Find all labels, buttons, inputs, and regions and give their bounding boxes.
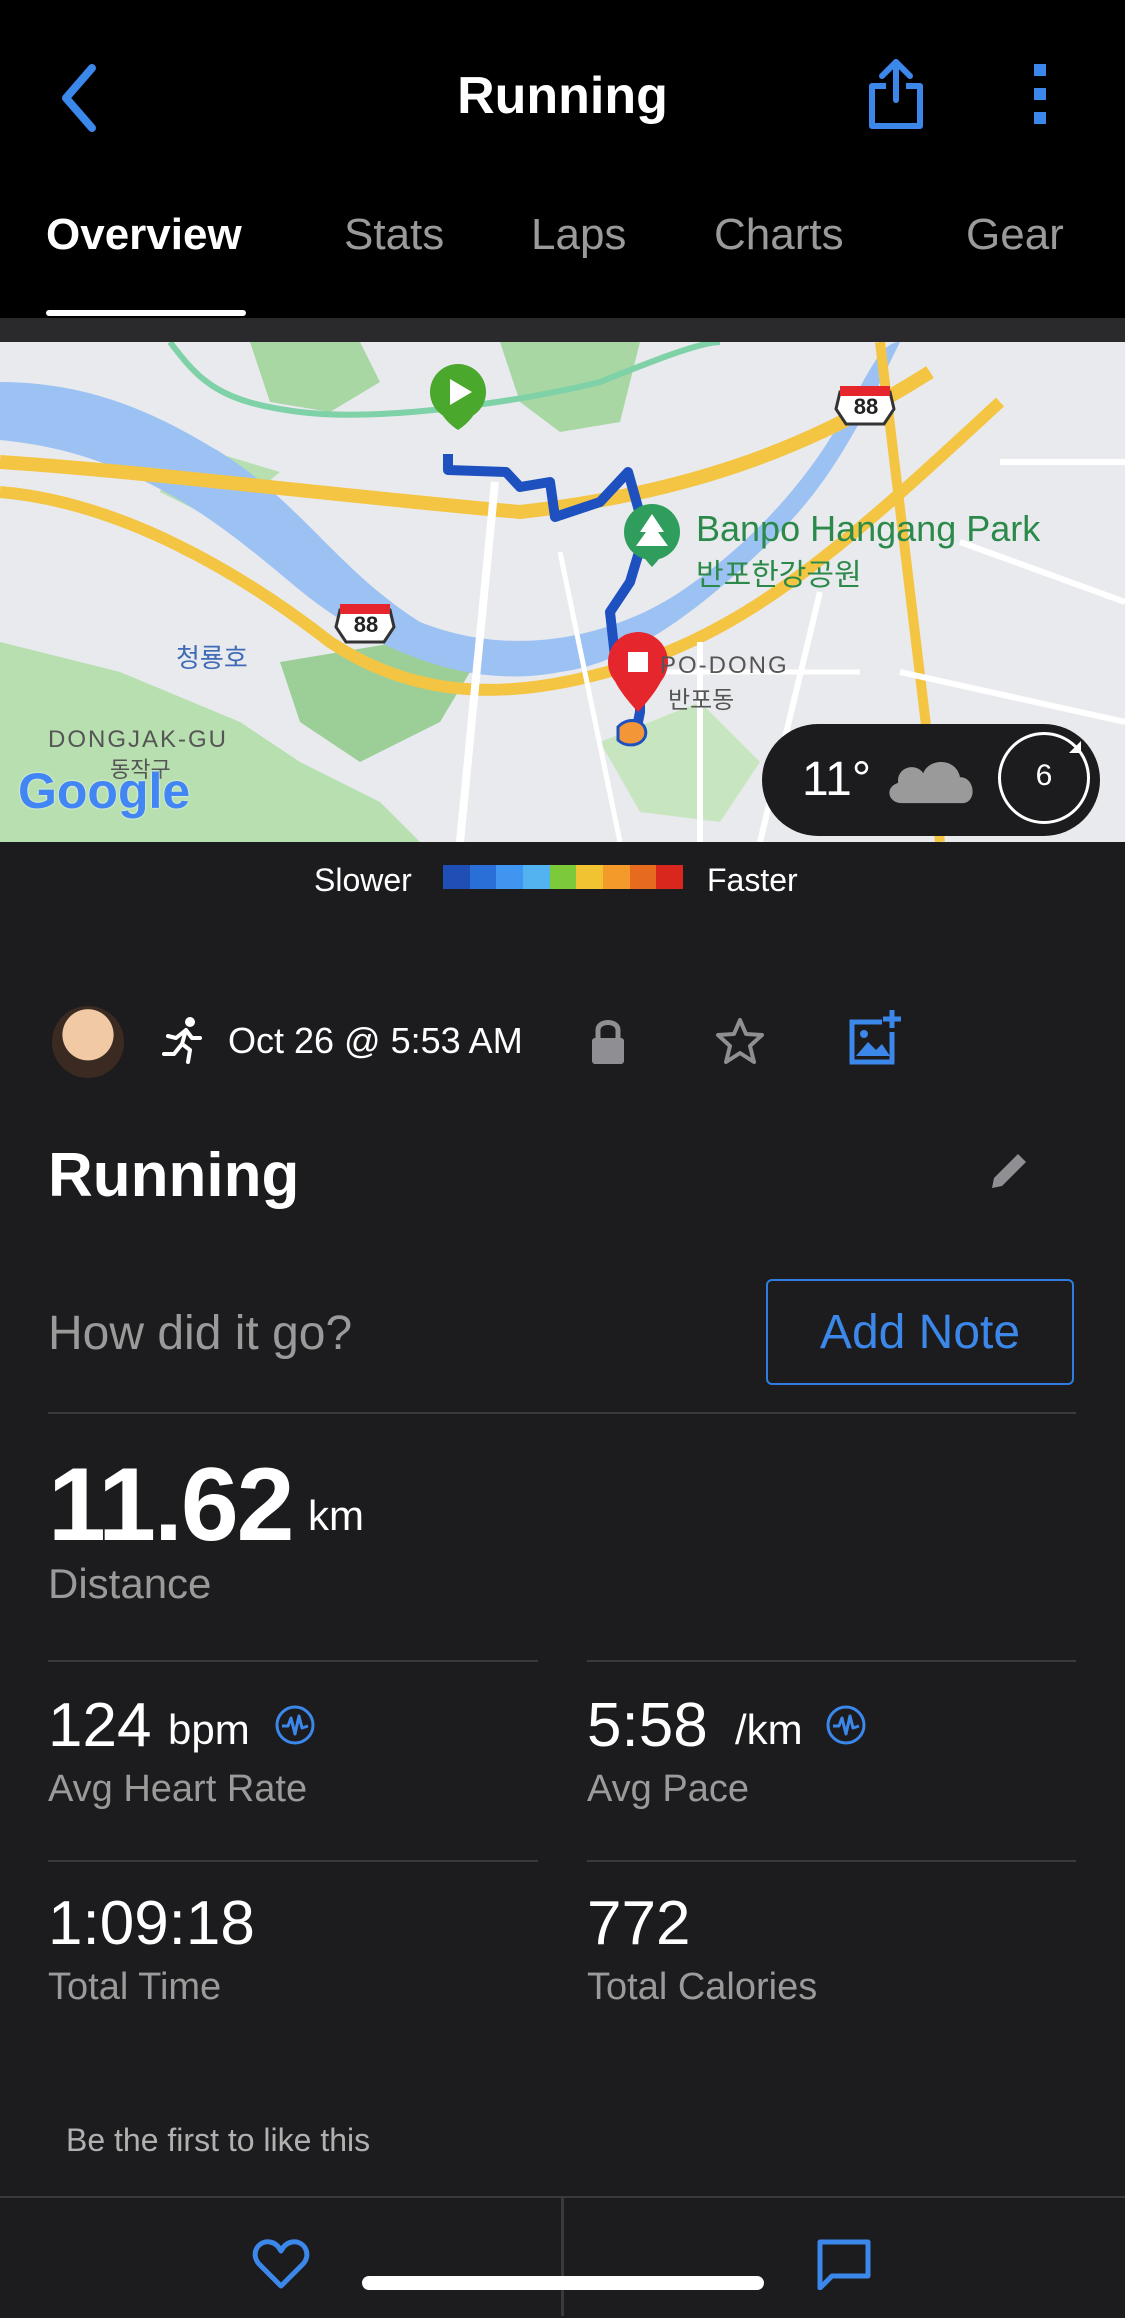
legend-swatch xyxy=(656,865,684,889)
pace-unit: /km xyxy=(735,1706,803,1753)
weather-pill: 11° 6 xyxy=(762,724,1100,836)
tab-charts[interactable]: Charts xyxy=(714,210,844,260)
tab-gear[interactable]: Gear xyxy=(966,210,1064,260)
total-time-label: Total Time xyxy=(48,1966,222,2008)
legend-swatch xyxy=(496,865,524,889)
activity-meta-row: Oct 26 @ 5:53 AM xyxy=(0,1000,1125,1090)
pace-label: Avg Pace xyxy=(587,1768,749,1810)
route-map[interactable]: 88 88 Banpo Hangang Park 반포한강공원 청룡호 PO-D… xyxy=(0,342,1125,842)
heart-icon[interactable] xyxy=(252,2238,310,2290)
distance-label: Distance xyxy=(48,1560,212,1607)
tab-laps[interactable]: Laps xyxy=(531,210,626,260)
more-vertical-icon[interactable] xyxy=(1024,62,1058,126)
home-indicator xyxy=(362,2276,764,2290)
app-header: Running Overview Stats Laps Charts Gear xyxy=(0,0,1125,318)
page-title: Running xyxy=(457,67,668,125)
total-calories-label: Total Calories xyxy=(587,1966,818,2008)
google-logo: Google xyxy=(18,763,191,819)
legend-faster-label: Faster xyxy=(707,862,798,898)
runner-icon xyxy=(162,1017,202,1064)
divider xyxy=(587,1660,1076,1662)
wind-dial: 6 xyxy=(998,732,1090,824)
wind-speed: 6 xyxy=(1035,759,1053,792)
divider xyxy=(587,1860,1076,1862)
total-calories-value: 772 xyxy=(587,1889,691,1958)
heart-rate-label: Avg Heart Rate xyxy=(48,1768,308,1810)
map-label-neighborhood: PO-DONG xyxy=(660,652,789,679)
distance-unit: km xyxy=(308,1492,364,1539)
add-note-button[interactable]: Add Note xyxy=(766,1279,1074,1385)
legend-slower-label: Slower xyxy=(314,862,412,898)
divider xyxy=(48,1860,538,1862)
star-icon[interactable] xyxy=(714,1016,766,1066)
route-shield-88-right: 88 xyxy=(853,394,879,419)
tab-stats[interactable]: Stats xyxy=(344,210,444,260)
activity-date: Oct 26 @ 5:53 AM xyxy=(228,1020,523,1061)
pulse-icon[interactable] xyxy=(825,1704,867,1746)
pulse-icon[interactable] xyxy=(274,1704,316,1746)
map-label-lake: 청룡호 xyxy=(176,643,248,673)
legend-swatch xyxy=(549,865,577,889)
cloud-icon xyxy=(889,762,973,804)
lock-icon[interactable] xyxy=(588,1016,628,1066)
pace-color-scale xyxy=(443,865,684,889)
bottom-bar-divider xyxy=(561,2196,564,2316)
activity-name: Running xyxy=(48,1141,300,1210)
total-time-value: 1:09:18 xyxy=(48,1889,255,1958)
distance-value: 11.62 xyxy=(48,1447,295,1563)
tab-overview[interactable]: Overview xyxy=(46,210,242,260)
weather-temperature: 11° xyxy=(802,753,872,806)
header-separator xyxy=(0,318,1125,342)
legend-swatch xyxy=(576,865,604,889)
map-label-park: Banpo Hangang Park xyxy=(696,508,1041,549)
legend-swatch xyxy=(523,865,550,889)
legend-swatch xyxy=(603,865,630,889)
share-icon[interactable] xyxy=(866,56,926,130)
note-prompt: How did it go? xyxy=(48,1307,353,1360)
divider xyxy=(48,1412,1076,1414)
wind-direction-arrow xyxy=(1069,741,1081,753)
pace-legend: Slower Faster xyxy=(0,852,1125,904)
legend-swatch xyxy=(443,865,470,889)
likes-text: Be the first to like this xyxy=(66,2122,371,2158)
map-label-neighborhood-ko: 반포동 xyxy=(668,687,735,714)
legend-swatch xyxy=(469,865,497,889)
map-label-park-ko: 반포한강공원 xyxy=(696,559,862,592)
comment-icon[interactable] xyxy=(816,2238,872,2290)
legend-swatch xyxy=(629,865,657,889)
map-label-district: DONGJAK-GU xyxy=(48,726,229,753)
divider xyxy=(48,1660,538,1662)
pencil-icon[interactable] xyxy=(986,1148,1032,1194)
tab-active-indicator xyxy=(46,310,246,316)
add-photo-icon[interactable] xyxy=(846,1010,902,1066)
route-shield-88-left: 88 xyxy=(353,612,379,637)
heart-rate-unit: bpm xyxy=(168,1706,250,1753)
avatar[interactable] xyxy=(52,1006,124,1078)
pace-value: 5:58 xyxy=(587,1691,708,1760)
tab-bar: Overview Stats Laps Charts Gear xyxy=(0,210,1125,318)
heart-rate-value: 124 xyxy=(48,1691,152,1760)
